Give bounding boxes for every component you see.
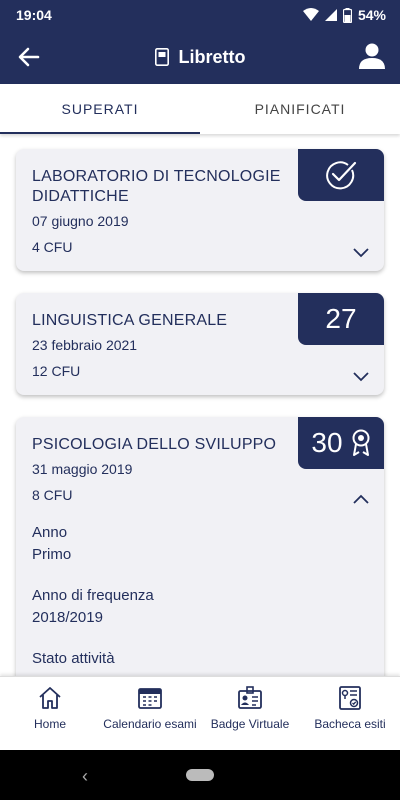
nav-label: Bacheca esiti	[314, 717, 386, 731]
battery-icon	[342, 7, 352, 23]
exam-date: 31 maggio 2019	[32, 461, 133, 477]
detail-value: 2018/2019	[32, 609, 103, 626]
battery-percent: 54%	[357, 7, 386, 23]
exam-date: 23 febbraio 2021	[32, 337, 138, 353]
status-bar: 19:04 54%	[0, 0, 400, 30]
exam-name: LINGUISTICA GENERALE	[32, 312, 228, 329]
ribbon-award-icon	[352, 429, 370, 456]
tab-bar: SUPERATI PIANIFICATI	[0, 84, 400, 134]
exam-cfu: 8 CFU	[32, 487, 73, 503]
page-title-group: Libretto	[154, 46, 246, 68]
exam-card-expanded[interactable]: 30 PSICOLOGIA DELLO SVILUPPO 31 maggio 2…	[16, 417, 384, 676]
bottom-navigation: Home Calendario esami Badge Virtuale Bac…	[0, 676, 400, 750]
exam-grade: 30	[311, 427, 343, 458]
exam-grade-badge: 27	[298, 293, 384, 345]
tab-pianificati[interactable]: PIANIFICATI	[200, 84, 400, 134]
booklet-icon	[154, 48, 169, 66]
exam-name: PSICOLOGIA DELLO SVILUPPO	[32, 436, 277, 453]
exam-date: 07 giugno 2019	[32, 213, 129, 229]
chevron-up-icon[interactable]	[352, 491, 370, 509]
tab-superati[interactable]: SUPERATI	[0, 84, 200, 134]
results-board-icon	[339, 686, 361, 710]
status-icons: 54%	[302, 7, 386, 23]
exam-grade: 27	[325, 303, 357, 334]
signal-icon	[324, 9, 337, 21]
exam-status-badge	[298, 149, 384, 201]
home-icon	[39, 687, 61, 709]
chevron-down-icon[interactable]	[352, 243, 370, 261]
exam-card[interactable]: LABORATORIO DI TECNOLOGIE DIDATTICHE 07 …	[16, 149, 384, 271]
detail-label: Anno	[32, 524, 68, 541]
wifi-icon	[302, 8, 319, 21]
back-arrow-icon[interactable]	[16, 44, 42, 70]
nav-label: Badge Virtuale	[210, 717, 290, 731]
exam-list: LABORATORIO DI TECNOLOGIE DIDATTICHE 07 …	[0, 134, 400, 676]
detail-label: Anno di frequenza	[32, 587, 154, 604]
app-bar: Libretto	[0, 30, 400, 84]
exam-cfu: 4 CFU	[32, 239, 73, 255]
chevron-down-icon[interactable]	[352, 367, 370, 385]
status-time: 19:04	[16, 7, 52, 23]
profile-icon[interactable]	[358, 42, 386, 70]
calendar-icon	[138, 688, 162, 709]
page-title: Libretto	[178, 46, 246, 67]
system-home-pill[interactable]	[186, 769, 214, 781]
exam-cfu: 12 CFU	[32, 363, 81, 379]
system-navigation-bar: ‹	[0, 750, 400, 800]
exam-card[interactable]: 27 LINGUISTICA GENERALE 23 febbraio 2021…	[16, 293, 384, 395]
detail-value: Primo	[32, 546, 72, 563]
nav-calendario-esami[interactable]: Calendario esami	[100, 677, 200, 750]
badge-id-icon	[238, 686, 262, 709]
nav-badge-virtuale[interactable]: Badge Virtuale	[200, 677, 300, 750]
exam-grade-badge: 30	[298, 417, 384, 469]
nav-label: Home	[33, 717, 66, 731]
exam-name: LABORATORIO DI TECNOLOGIE DIDATTICHE	[32, 168, 281, 205]
nav-label: Calendario esami	[103, 717, 197, 731]
system-back-icon[interactable]: ‹	[82, 766, 88, 787]
check-circle-icon	[326, 161, 357, 190]
nav-home[interactable]: Home	[0, 677, 100, 750]
nav-bacheca-esiti[interactable]: Bacheca esiti	[300, 677, 400, 750]
detail-label: Stato attività	[32, 650, 115, 667]
